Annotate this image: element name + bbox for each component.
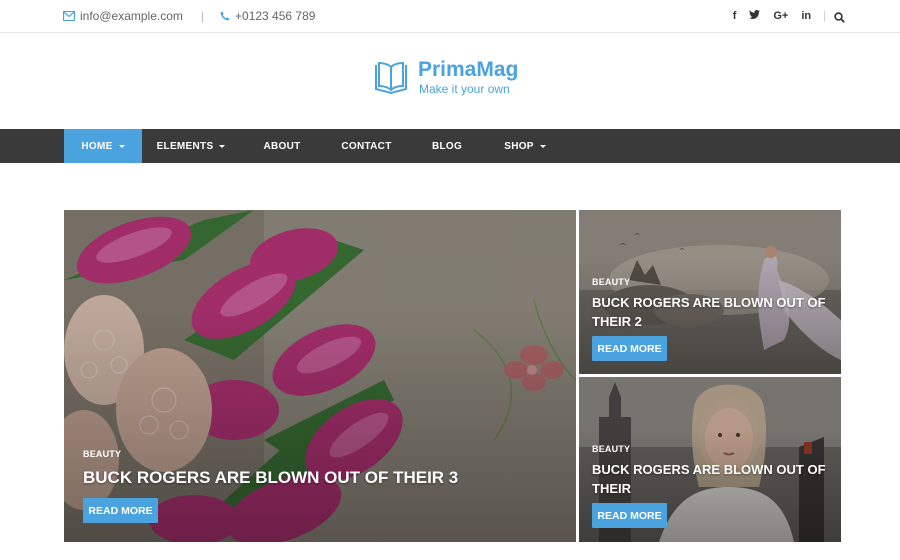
post-title[interactable]: BUCK ROGERS ARE BLOWN OUT OF THEIR xyxy=(592,460,837,498)
site-name: PrimaMag xyxy=(418,58,519,81)
divider: | xyxy=(823,10,826,22)
contact-info: info@example.com | +0123 456 789 xyxy=(63,0,315,32)
caret-down-icon xyxy=(118,145,125,148)
nav-label: ELEMENTS xyxy=(156,140,214,152)
caret-down-icon xyxy=(219,145,226,148)
nav-label: ABOUT xyxy=(263,140,301,152)
nav-label: HOME xyxy=(81,140,113,152)
image-overlay xyxy=(64,210,576,542)
phone-icon xyxy=(220,11,230,21)
nav-label: CONTACT xyxy=(341,140,392,152)
main-nav: HOME ELEMENTS ABOUT CONTACT BLOG SHOP xyxy=(0,129,900,163)
search-icon[interactable] xyxy=(834,10,845,28)
read-more-button[interactable]: READ MORE xyxy=(83,498,158,523)
post-title[interactable]: BUCK ROGERS ARE BLOWN OUT OF THEIR 3 xyxy=(83,468,458,488)
phone-link[interactable]: +0123 456 789 xyxy=(235,9,315,23)
featured-post-main[interactable]: BEAUTY BUCK ROGERS ARE BLOWN OUT OF THEI… xyxy=(64,210,576,542)
post-title[interactable]: BUCK ROGERS ARE BLOWN OUT OF THEIR 2 xyxy=(592,293,837,331)
nav-label: BLOG xyxy=(431,140,463,152)
site-tagline: Make it your own xyxy=(419,82,510,96)
nav-label: SHOP xyxy=(504,140,534,152)
featured-post-side-2[interactable]: BEAUTY BUCK ROGERS ARE BLOWN OUT OF THEI… xyxy=(579,377,841,542)
post-category[interactable]: BEAUTY xyxy=(592,277,630,287)
email-link[interactable]: info@example.com xyxy=(80,9,183,23)
post-category[interactable]: BEAUTY xyxy=(592,444,630,454)
facebook-icon[interactable]: f xyxy=(733,10,737,22)
social-links: f G+ in | xyxy=(720,0,826,32)
read-more-button[interactable]: READ MORE xyxy=(592,336,667,361)
nav-item-home[interactable]: HOME xyxy=(64,129,142,163)
top-bar: info@example.com | +0123 456 789 f G+ in… xyxy=(0,0,900,33)
site-logo[interactable]: PrimaMag Make it your own xyxy=(373,58,518,96)
post-category[interactable]: BEAUTY xyxy=(83,449,121,459)
nav-item-contact[interactable]: CONTACT xyxy=(324,129,409,163)
envelope-icon xyxy=(63,11,75,21)
nav-item-elements[interactable]: ELEMENTS xyxy=(142,129,240,163)
divider: | xyxy=(200,9,205,23)
twitter-icon[interactable] xyxy=(749,10,761,22)
nav-item-shop[interactable]: SHOP xyxy=(485,129,565,163)
nav-item-about[interactable]: ABOUT xyxy=(240,129,324,163)
google-plus-icon[interactable]: G+ xyxy=(773,10,788,22)
featured-post-side-1[interactable]: BEAUTY BUCK ROGERS ARE BLOWN OUT OF THEI… xyxy=(579,210,841,374)
read-more-button[interactable]: READ MORE xyxy=(592,503,667,528)
nav-item-blog[interactable]: BLOG xyxy=(409,129,485,163)
book-icon xyxy=(375,61,407,95)
linkedin-icon[interactable]: in xyxy=(801,10,811,22)
caret-down-icon xyxy=(539,145,546,148)
